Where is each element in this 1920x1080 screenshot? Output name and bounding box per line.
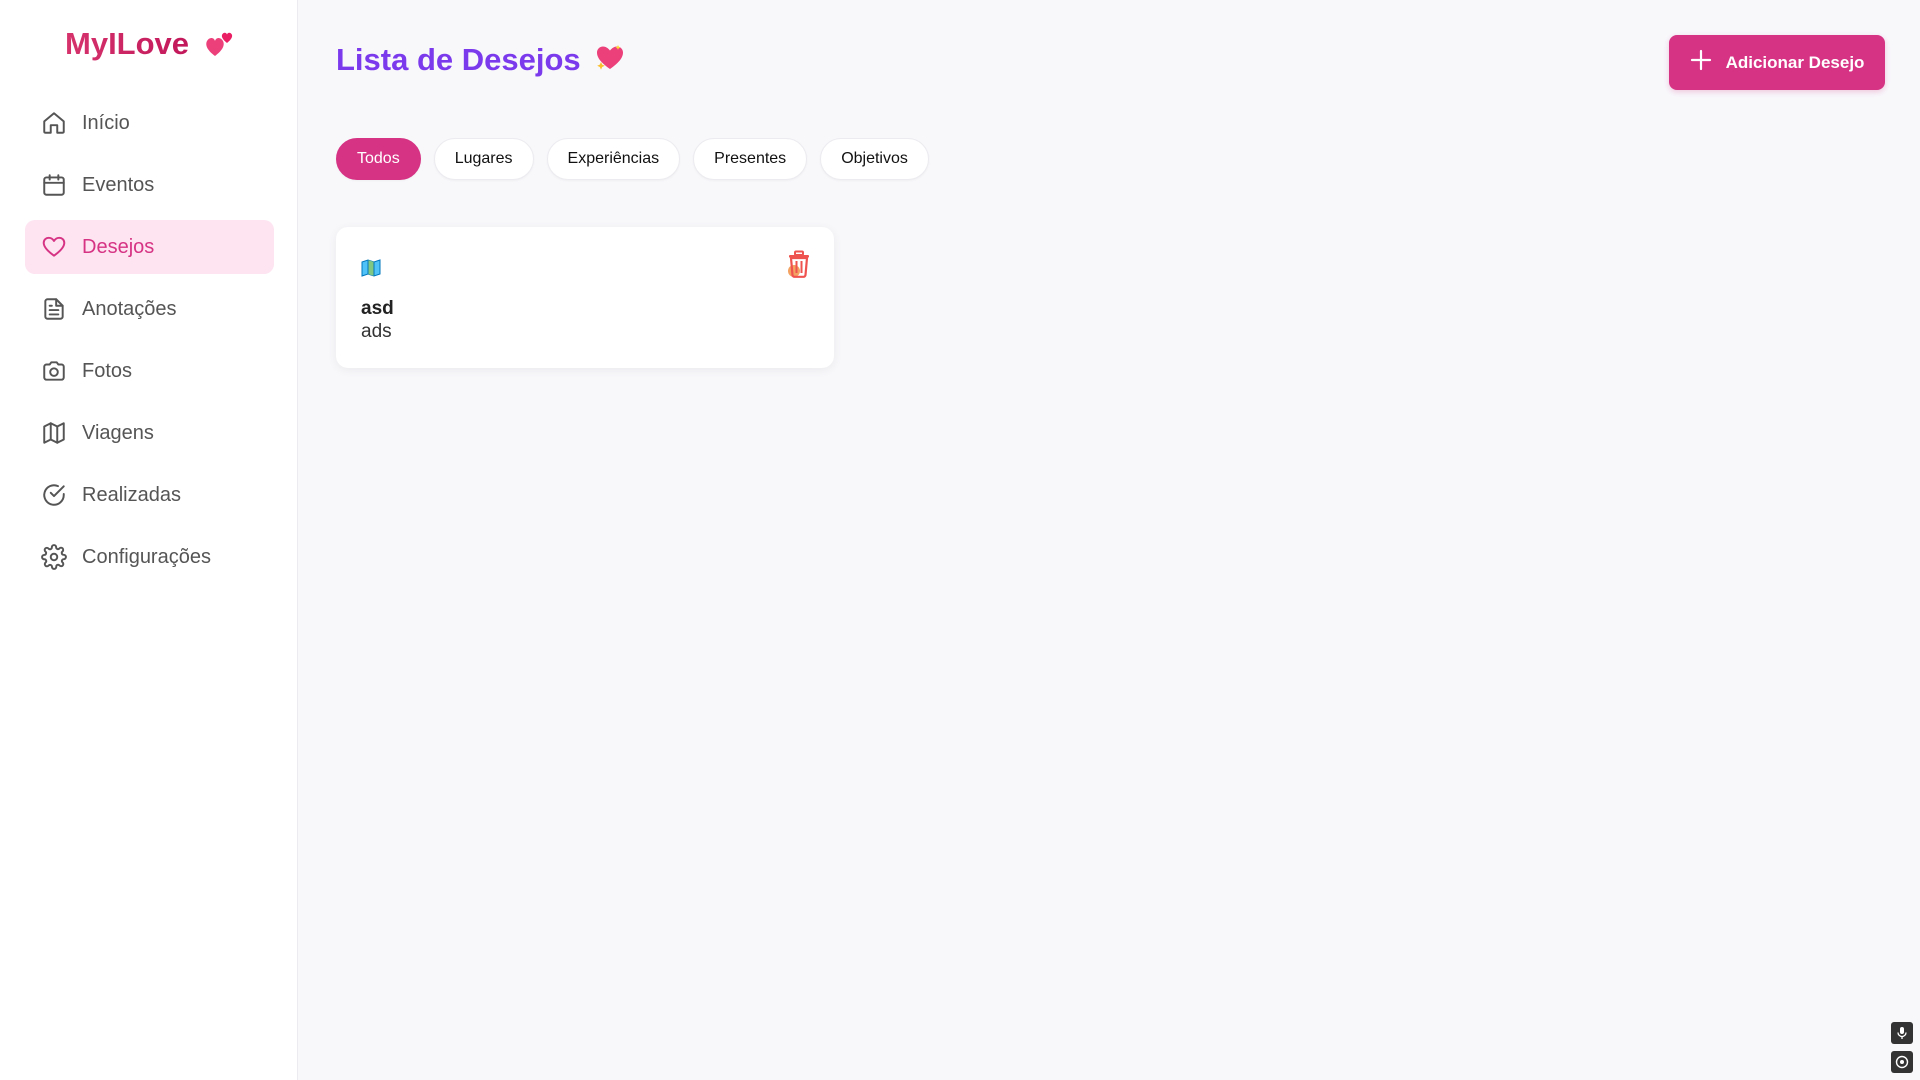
sidebar-item-label: Anotações (82, 297, 177, 320)
page-header: Lista de Desejos (336, 40, 627, 79)
home-icon (40, 109, 68, 137)
sidebar: MyILove Início Eventos Desejos Anotações… (0, 0, 298, 1080)
sidebar-item-label: Eventos (82, 173, 155, 196)
sidebar-item-desejos[interactable]: Desejos (25, 220, 274, 274)
sidebar-item-anotacoes[interactable]: Anotações (25, 282, 274, 336)
filter-experiencias[interactable]: Experiências (546, 138, 681, 180)
plus-icon (1690, 49, 1712, 76)
heart-icon (40, 233, 68, 261)
sidebar-item-label: Configurações (82, 545, 211, 568)
wish-description: ads (361, 321, 392, 342)
sidebar-nav: Início Eventos Desejos Anotações Fotos V… (25, 96, 274, 592)
sidebar-item-realizadas[interactable]: Realizadas (25, 468, 274, 522)
brand-name: MyILove (65, 26, 190, 61)
gear-icon (40, 543, 68, 571)
add-wish-label: Adicionar Desejo (1725, 52, 1865, 72)
sidebar-item-fotos[interactable]: Fotos (25, 344, 274, 398)
sidebar-item-viagens[interactable]: Viagens (25, 406, 274, 460)
sidebar-item-label: Viagens (82, 421, 154, 444)
filter-objetivos[interactable]: Objetivos (820, 138, 929, 180)
sidebar-item-configuracoes[interactable]: Configurações (25, 530, 274, 584)
check-circle-icon (40, 481, 68, 509)
trash-icon[interactable] (784, 247, 814, 284)
two-hearts-icon (203, 28, 235, 60)
sidebar-item-label: Realizadas (82, 483, 181, 506)
wish-title: asd (361, 298, 394, 319)
sidebar-item-label: Fotos (82, 359, 133, 382)
microphone-icon[interactable] (1891, 1022, 1913, 1044)
sidebar-item-eventos[interactable]: Eventos (25, 158, 274, 212)
sidebar-item-label: Desejos (82, 235, 155, 258)
add-wish-button[interactable]: Adicionar Desejo (1669, 35, 1885, 90)
category-filters: Todos Lugares Experiências Presentes Obj… (336, 138, 929, 180)
sidebar-item-label: Início (82, 111, 130, 134)
filter-todos[interactable]: Todos (336, 138, 421, 180)
brand-logo[interactable]: MyILove (65, 26, 235, 62)
wish-card[interactable]: asd ads (336, 227, 834, 368)
filter-presentes[interactable]: Presentes (693, 138, 808, 180)
page-title: Lista de Desejos (336, 41, 581, 77)
filter-lugares[interactable]: Lugares (433, 138, 534, 180)
document-icon (40, 295, 68, 323)
assistant-icon[interactable] (1891, 1051, 1913, 1073)
sparkling-heart-icon (593, 40, 627, 79)
map-icon (361, 259, 381, 282)
sidebar-item-inicio[interactable]: Início (25, 96, 274, 150)
map-icon (40, 419, 68, 447)
camera-icon (40, 357, 68, 385)
calendar-icon (40, 171, 68, 199)
main-content: Lista de Desejos Adicionar Desejo Todos … (298, 0, 1920, 1080)
